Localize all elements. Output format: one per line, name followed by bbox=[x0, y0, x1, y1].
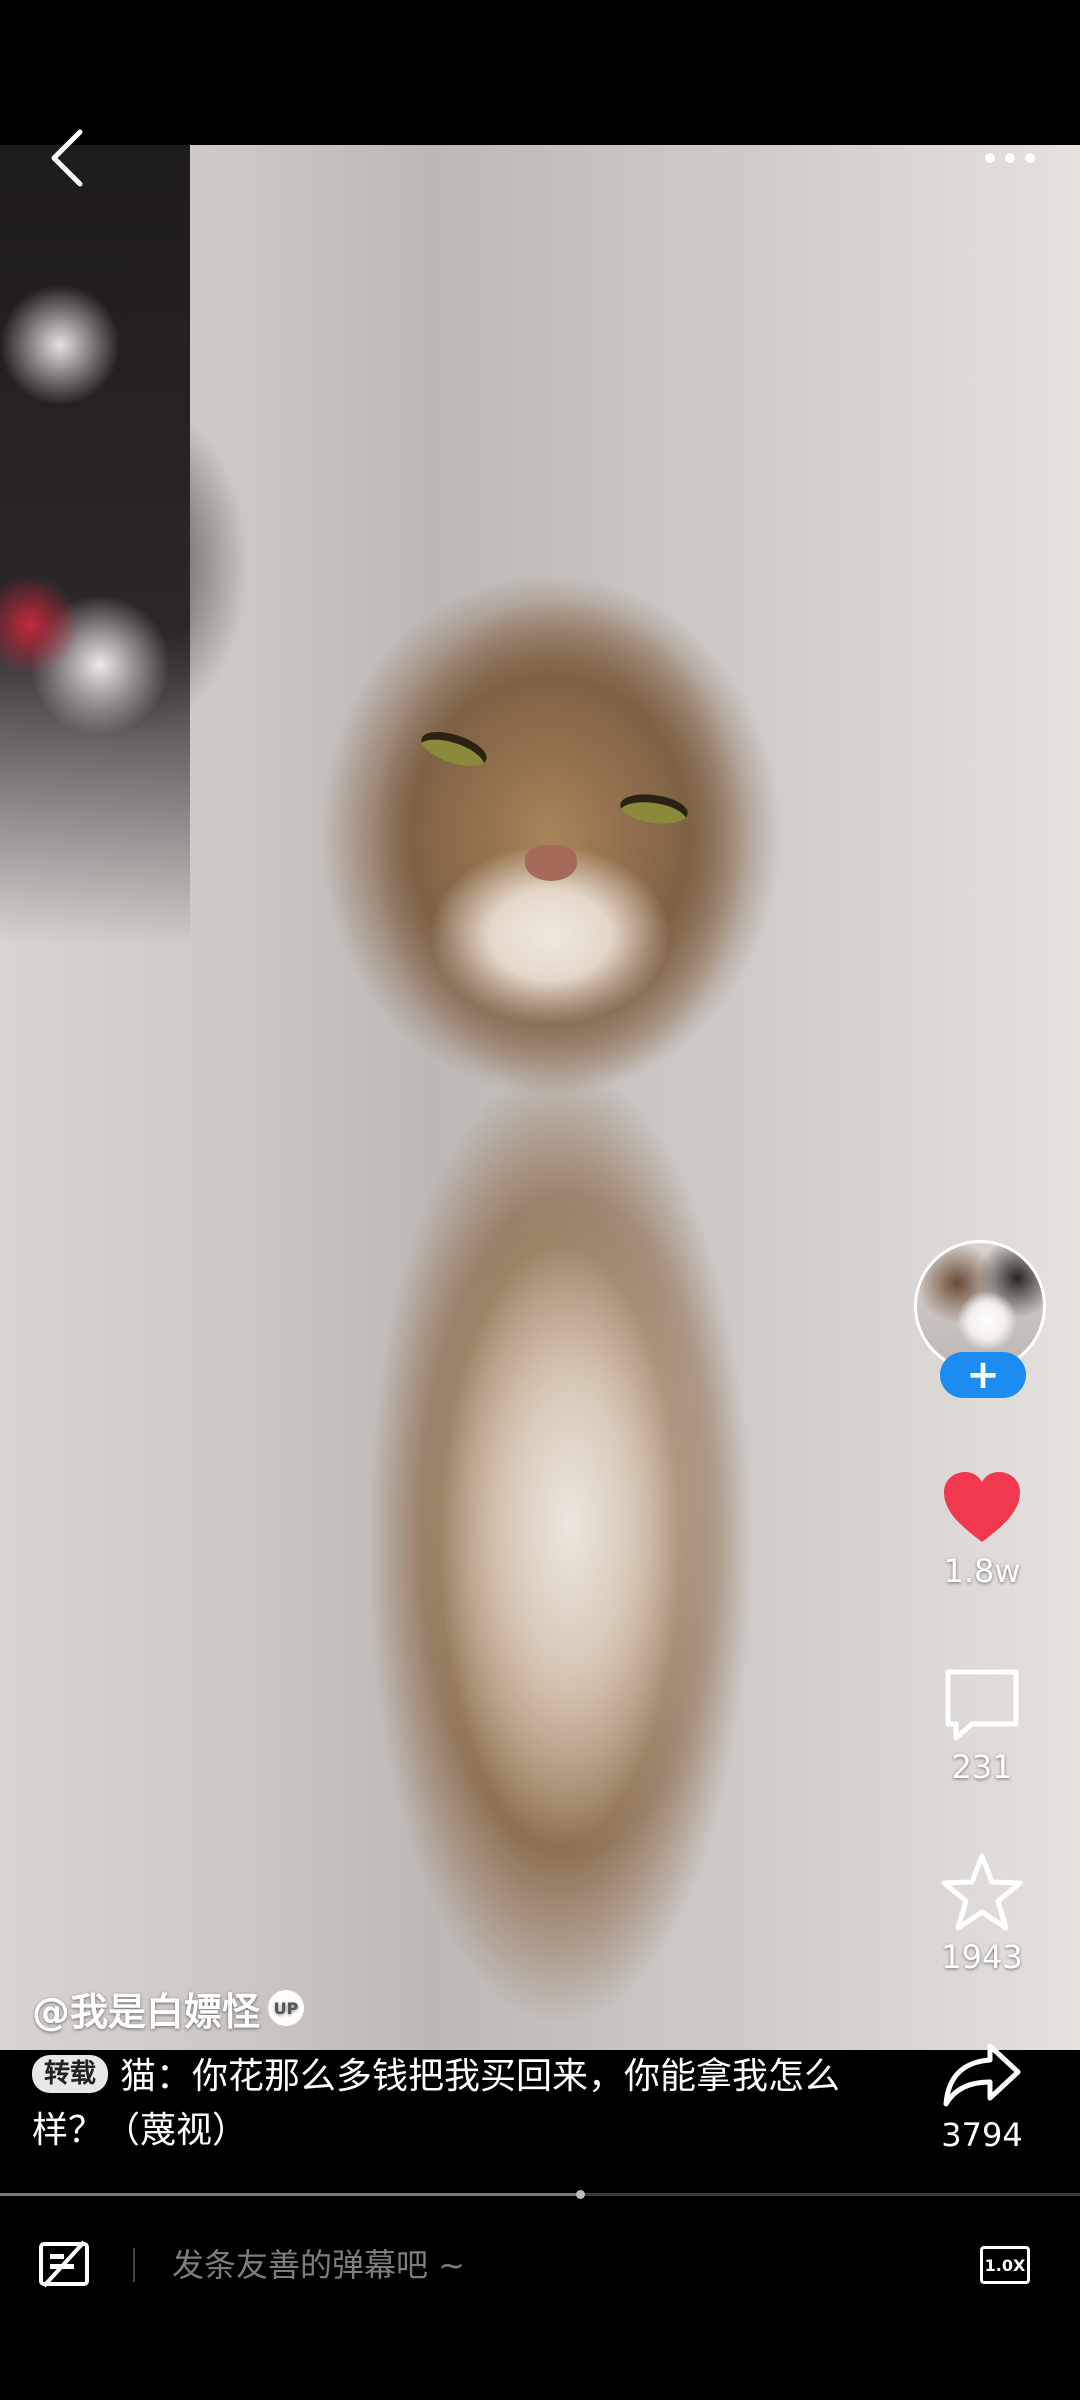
up-badge: UP bbox=[268, 1990, 305, 2026]
back-button[interactable] bbox=[38, 128, 98, 188]
caption-text: 猫：你花那么多钱把我买回来，你能拿我怎么样？（蔑视） bbox=[32, 2056, 841, 2151]
share-button[interactable]: 3794 bbox=[900, 2040, 1064, 2154]
star-icon bbox=[941, 1853, 1023, 1931]
more-dots-icon bbox=[985, 153, 995, 163]
favorite-count: 1943 bbox=[941, 1938, 1023, 1976]
follow-button[interactable]: + bbox=[940, 1352, 1026, 1398]
danmaku-toggle-button[interactable] bbox=[36, 2236, 92, 2292]
more-dots-icon bbox=[1025, 153, 1035, 163]
cat-nose bbox=[525, 845, 577, 881]
comment-icon bbox=[945, 1669, 1019, 1741]
bottom-bar: 发条友善的弹幕吧 ~ 1.0X bbox=[0, 2220, 1080, 2320]
cat-belly bbox=[390, 1165, 750, 1885]
like-button[interactable]: 1.8w bbox=[900, 1470, 1064, 1590]
heart-icon bbox=[944, 1472, 1020, 1542]
repost-tag: 转载 bbox=[32, 2055, 109, 2093]
progress-thumb[interactable] bbox=[575, 2190, 585, 2199]
chevron-left-icon bbox=[51, 129, 83, 187]
uploader-avatar-group[interactable]: + bbox=[914, 1240, 1050, 1400]
progress-fill bbox=[0, 2193, 580, 2196]
progress-bar[interactable] bbox=[0, 2190, 1080, 2199]
top-bar bbox=[0, 120, 1080, 200]
comment-button[interactable]: 231 bbox=[900, 1668, 1064, 1786]
playback-speed-button[interactable]: 1.0X bbox=[980, 2246, 1030, 2284]
fabric-background bbox=[0, 145, 190, 945]
divider bbox=[133, 2248, 135, 2282]
more-dots-icon bbox=[1005, 153, 1015, 163]
danmaku-input[interactable]: 发条友善的弹幕吧 ~ bbox=[172, 2238, 465, 2292]
danmaku-off-icon bbox=[39, 2240, 89, 2288]
share-count: 3794 bbox=[941, 2116, 1023, 2154]
share-icon bbox=[943, 2043, 1021, 2107]
like-count: 1.8w bbox=[943, 1552, 1021, 1590]
video-caption[interactable]: 转载 猫：你花那么多钱把我买回来，你能拿我怎么样？（蔑视） bbox=[32, 2050, 852, 2158]
uploader-name[interactable]: @我是白嫖怪 UP bbox=[32, 1980, 305, 2036]
more-button[interactable] bbox=[970, 138, 1050, 178]
comment-count: 231 bbox=[951, 1748, 1013, 1786]
cat-face bbox=[315, 575, 785, 1095]
uploader-handle[interactable]: @我是白嫖怪 bbox=[32, 1981, 260, 2036]
favorite-button[interactable]: 1943 bbox=[900, 1852, 1064, 1976]
